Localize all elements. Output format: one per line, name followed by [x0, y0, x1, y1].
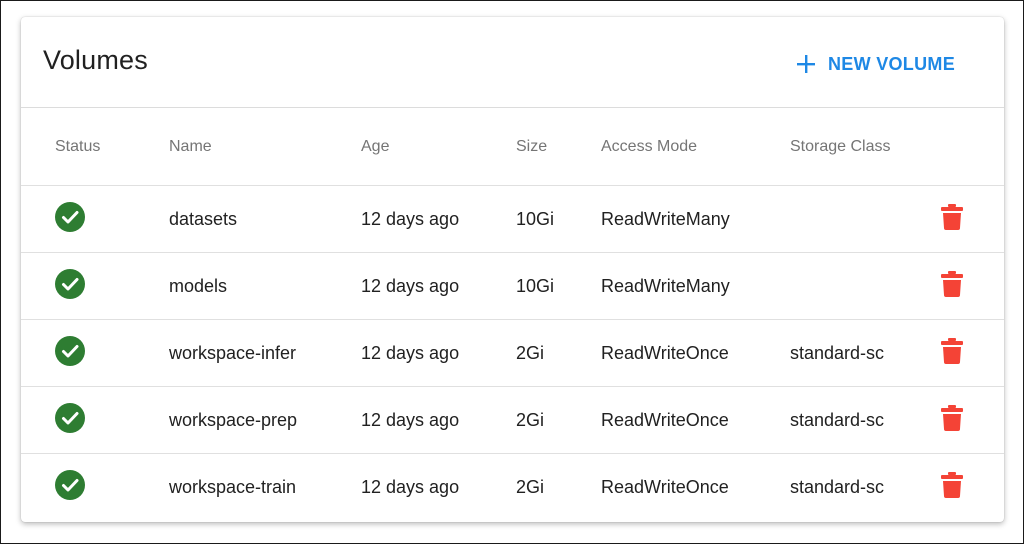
volume-size: 10Gi: [516, 252, 601, 320]
column-header-status: Status: [21, 108, 169, 186]
trash-icon[interactable]: [941, 337, 963, 364]
column-header-storage-class: Storage Class: [790, 108, 940, 186]
plus-icon: [796, 54, 816, 74]
volume-age: 12 days ago: [361, 185, 516, 253]
volumes-card: Volumes NEW VOLUME Status Name Age Size: [21, 17, 1004, 522]
volume-storage-class: standard-sc: [790, 476, 885, 497]
volume-access-mode: ReadWriteOnce: [601, 319, 790, 387]
window-frame: Volumes NEW VOLUME Status Name Age Size: [0, 0, 1024, 544]
volumes-table: Status Name Age Size Access Mode Storage…: [21, 108, 1004, 520]
table-row: models 12 days ago 10Gi ReadWriteMany: [21, 252, 1004, 320]
volume-size: 10Gi: [516, 185, 601, 253]
volume-access-mode: ReadWriteMany: [601, 185, 790, 253]
volume-access-mode: ReadWriteOnce: [601, 476, 729, 497]
trash-icon[interactable]: [941, 203, 963, 230]
check-circle-icon: [55, 268, 85, 299]
volume-storage-class: [790, 185, 940, 253]
volume-age: 12 days ago: [361, 386, 516, 454]
volume-size: 2Gi: [516, 476, 545, 497]
volume-storage-class: standard-sc: [790, 319, 940, 387]
volume-size: 2Gi: [516, 319, 601, 387]
check-circle-icon: [55, 335, 85, 366]
volume-size: 2Gi: [516, 386, 601, 454]
volume-name: datasets: [169, 185, 361, 253]
volume-storage-class: [790, 252, 940, 320]
new-volume-label: NEW VOLUME: [828, 53, 955, 74]
table-header-row: Status Name Age Size Access Mode Storage…: [21, 108, 1004, 186]
column-header-size: Size: [516, 108, 601, 186]
volume-name: models: [169, 252, 361, 320]
table-row: workspace-prep 12 days ago 2Gi ReadWrite…: [21, 386, 1004, 454]
column-header-actions: [940, 108, 1004, 186]
volume-age: 12 days ago: [361, 252, 516, 320]
table-row: workspace-infer 12 days ago 2Gi ReadWrit…: [21, 319, 1004, 387]
check-circle-icon: [55, 469, 85, 500]
volume-age: 12 days ago: [361, 476, 460, 497]
volume-access-mode: ReadWriteOnce: [601, 386, 790, 454]
volume-name: workspace-train: [169, 476, 297, 497]
trash-icon[interactable]: [941, 404, 963, 431]
volume-storage-class: standard-sc: [790, 386, 940, 454]
volume-age: 12 days ago: [361, 319, 516, 387]
table-row: workspace-train 12 days ago 2Gi ReadWrit…: [21, 454, 1004, 521]
volume-name: workspace-infer: [169, 319, 361, 387]
card-header: Volumes NEW VOLUME: [21, 17, 1004, 108]
column-header-age: Age: [361, 108, 516, 186]
volume-name: workspace-prep: [169, 386, 361, 454]
column-header-access-mode: Access Mode: [601, 108, 790, 186]
volume-access-mode: ReadWriteMany: [601, 252, 790, 320]
page-title: Volumes: [43, 45, 148, 75]
column-header-name: Name: [169, 108, 361, 186]
new-volume-button[interactable]: NEW VOLUME: [796, 47, 955, 81]
table-row: datasets 12 days ago 10Gi ReadWriteMany: [21, 185, 1004, 253]
check-circle-icon: [55, 402, 85, 433]
check-circle-icon: [55, 201, 85, 232]
trash-icon[interactable]: [941, 471, 963, 498]
trash-icon[interactable]: [941, 270, 963, 297]
